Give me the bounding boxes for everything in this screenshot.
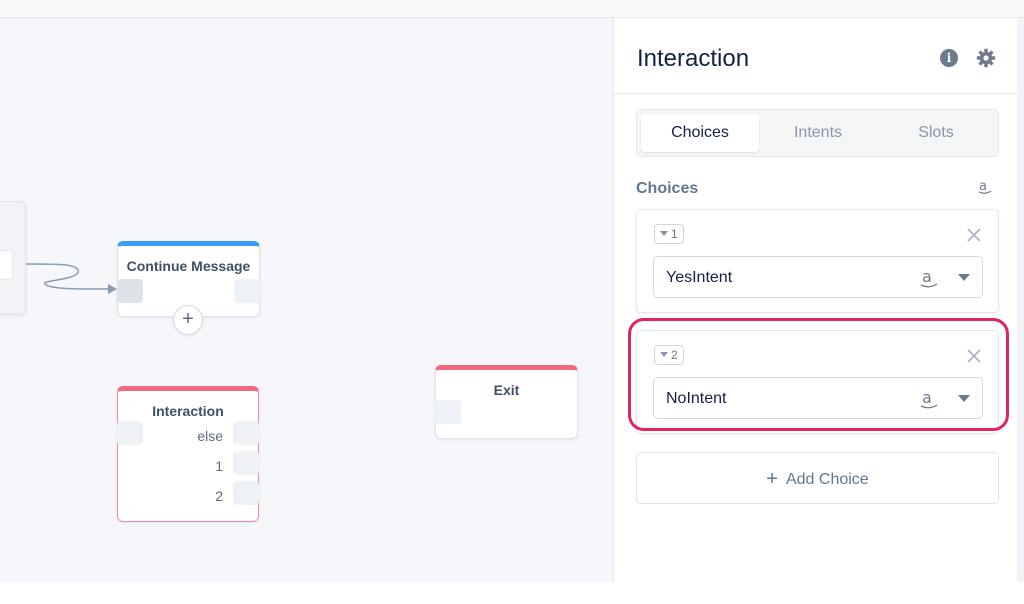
flow-canvas[interactable]: Continue Message + Interaction else 1 2 … [0, 18, 613, 582]
add-step-button[interactable]: + [173, 305, 203, 335]
interaction-2-port[interactable] [233, 481, 259, 505]
continue-input-port[interactable] [117, 279, 143, 303]
add-choice-button[interactable]: + Add Choice [636, 452, 999, 504]
interaction-1-port[interactable] [233, 451, 259, 475]
close-icon[interactable] [965, 226, 983, 244]
interaction-block[interactable]: Interaction else 1 2 [117, 386, 259, 522]
connector-line [25, 263, 117, 294]
panel-title: Interaction [637, 45, 750, 72]
add-choice-label: Add Choice [785, 471, 869, 488]
continue-output-port[interactable] [234, 279, 260, 303]
interaction-else-port[interactable] [233, 421, 259, 445]
highlight-outline [628, 318, 1009, 431]
svg-text:a: a [922, 268, 932, 286]
info-icon[interactable]: i [940, 49, 958, 67]
interaction-input-port[interactable] [117, 421, 143, 445]
caret-down-icon [660, 231, 668, 236]
intent-select-1[interactable]: YesIntent a [653, 256, 983, 298]
amazon-icon[interactable]: a [977, 178, 993, 196]
choice-badge-1[interactable]: 1 [654, 224, 684, 244]
amazon-icon: a [920, 268, 938, 288]
tab-intents[interactable]: Intents [759, 114, 877, 152]
scrollbar[interactable] [1017, 18, 1024, 582]
tab-choices[interactable]: Choices [641, 114, 759, 152]
svg-text:a: a [979, 179, 987, 194]
interaction-row-2: 2 [215, 488, 223, 504]
continue-message-block[interactable]: Continue Message + [117, 241, 260, 335]
plus-icon: + [766, 468, 778, 490]
continue-message-title: Continue Message [126, 258, 251, 274]
panel-tabs: Choices Intents Slots [636, 109, 999, 157]
interaction-block-title: Interaction [152, 403, 224, 419]
tab-slots[interactable]: Slots [877, 114, 995, 152]
interaction-panel: Interaction i Choices Intents Slots Choi… [613, 18, 1024, 582]
top-bar [0, 0, 1024, 18]
start-block[interactable] [0, 201, 26, 315]
exit-block-title: Exit [493, 382, 520, 398]
bottom-bar [0, 582, 1024, 604]
exit-block[interactable]: Exit [435, 365, 578, 439]
chevron-down-icon[interactable] [958, 274, 970, 281]
choices-section-label: Choices [636, 180, 699, 197]
panel-header: Interaction i [614, 18, 1018, 94]
exit-input-port[interactable] [435, 400, 461, 424]
interaction-row-else: else [197, 428, 223, 444]
intent-select-value: YesIntent [666, 269, 733, 286]
choice-card-1: 1 YesIntent a [636, 209, 999, 313]
interaction-row-1: 1 [215, 458, 223, 474]
choice-badge-number: 1 [671, 227, 678, 241]
gear-icon[interactable] [976, 48, 996, 68]
start-output-port[interactable] [0, 250, 13, 280]
